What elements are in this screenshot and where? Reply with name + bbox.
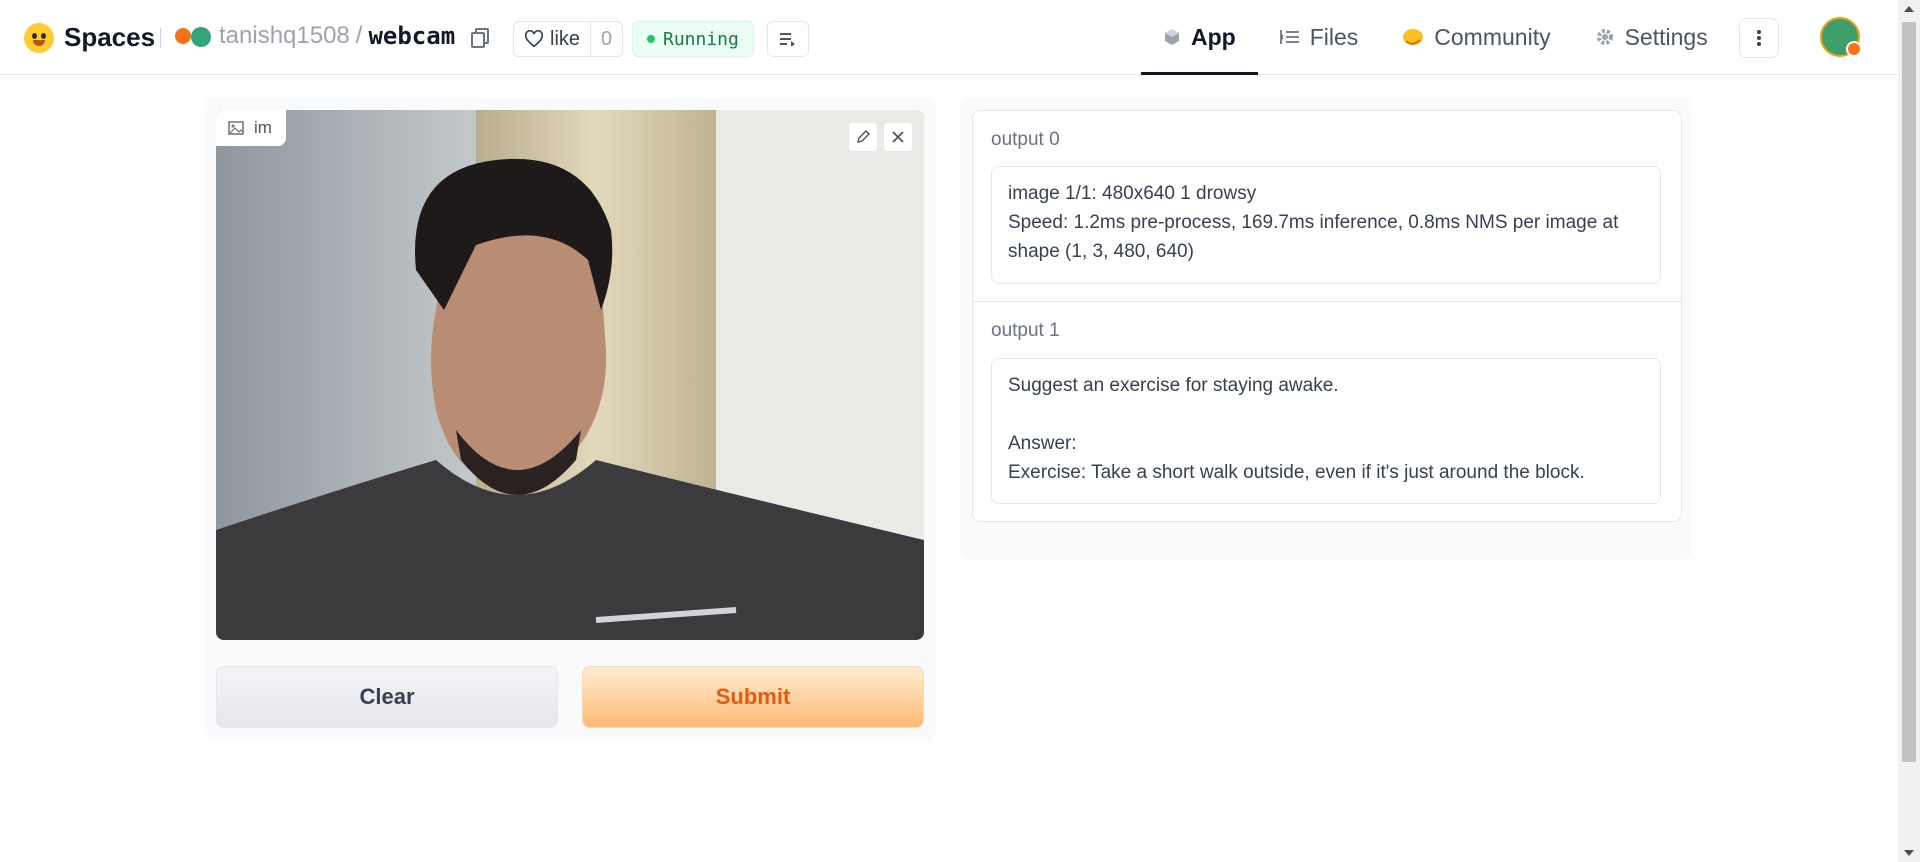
spaces-brand[interactable]: Spaces (24, 22, 155, 53)
more-options-button[interactable] (1739, 18, 1779, 58)
output-textbox[interactable]: Suggest an exercise for staying awake. A… (991, 358, 1661, 504)
page-scrollbar[interactable] (1898, 0, 1920, 862)
queue-button[interactable] (767, 21, 809, 57)
status-dot-icon (647, 35, 655, 43)
list-icon (780, 33, 795, 46)
notification-dot-icon (1846, 41, 1862, 57)
hugging-face-logo-icon (24, 22, 54, 53)
tab-label: Community (1434, 23, 1551, 50)
remove-image-button[interactable] (883, 122, 913, 152)
like-button[interactable]: like 0 (513, 21, 624, 57)
user-avatar[interactable] (1820, 17, 1862, 57)
cube-icon (1165, 29, 1179, 45)
image-icon (228, 121, 244, 135)
output-block: output 0 image 1/1: 480x640 1 drowsy Spe… (973, 111, 1681, 301)
webcam-image-input[interactable]: im (216, 110, 924, 640)
edit-image-button[interactable] (848, 122, 878, 152)
top-header: Spaces tanishq1508 / webcam like 0 Runni… (0, 0, 1898, 75)
scroll-down-arrow-icon[interactable] (1904, 850, 1914, 856)
action-buttons: Clear Submit (216, 666, 924, 728)
tab-label: Files (1309, 23, 1359, 50)
heart-icon (524, 30, 544, 48)
files-icon (1279, 30, 1299, 44)
close-icon (892, 131, 904, 143)
like-count: 0 (590, 22, 622, 56)
outputs-container: output 0 image 1/1: 480x640 1 drowsy Spe… (972, 110, 1682, 522)
scrollbar-thumb[interactable] (1902, 22, 1916, 762)
tab-settings[interactable]: Settings (1573, 0, 1730, 74)
output-label: output 0 (991, 129, 1060, 150)
status-text: Running (663, 28, 739, 50)
header-divider (160, 28, 161, 48)
repo-owner-link[interactable]: tanishq1508 (219, 22, 350, 50)
owner-avatar-icon (175, 25, 213, 47)
vertical-dots-icon (1757, 30, 1761, 46)
output-panel: output 0 image 1/1: 480x640 1 drowsy Spe… (960, 98, 1692, 560)
tab-label: Settings (1624, 23, 1708, 50)
space-nav: App Files Community Settings (1141, 0, 1730, 75)
webcam-photo (216, 110, 924, 640)
like-label: like (550, 27, 581, 50)
breadcrumb-separator: / (355, 22, 363, 49)
image-label-text: im (254, 118, 272, 137)
image-input-label: im (216, 110, 286, 146)
community-icon (1403, 29, 1424, 45)
output-textbox[interactable]: image 1/1: 480x640 1 drowsy Speed: 1.2ms… (991, 166, 1661, 284)
gear-icon (1596, 29, 1613, 45)
tab-files[interactable]: Files (1258, 0, 1381, 74)
scroll-up-arrow-icon[interactable] (1904, 6, 1914, 12)
clear-button[interactable]: Clear (216, 666, 558, 728)
repo-breadcrumb: tanishq1508 / webcam (175, 22, 490, 50)
brand-text: Spaces (64, 22, 156, 52)
output-block: output 1 Suggest an exercise for staying… (973, 302, 1681, 521)
repo-name-link[interactable]: webcam (368, 22, 455, 50)
tab-app[interactable]: App (1141, 0, 1258, 75)
pencil-icon (857, 130, 870, 143)
submit-button[interactable]: Submit (582, 666, 924, 728)
input-panel: im Clear Submit (204, 98, 936, 740)
output-label: output 1 (991, 320, 1060, 341)
status-badge[interactable]: Running (632, 21, 754, 57)
tab-label: App (1191, 23, 1236, 50)
copy-icon[interactable] (471, 28, 490, 48)
tab-community[interactable]: Community (1380, 0, 1572, 74)
